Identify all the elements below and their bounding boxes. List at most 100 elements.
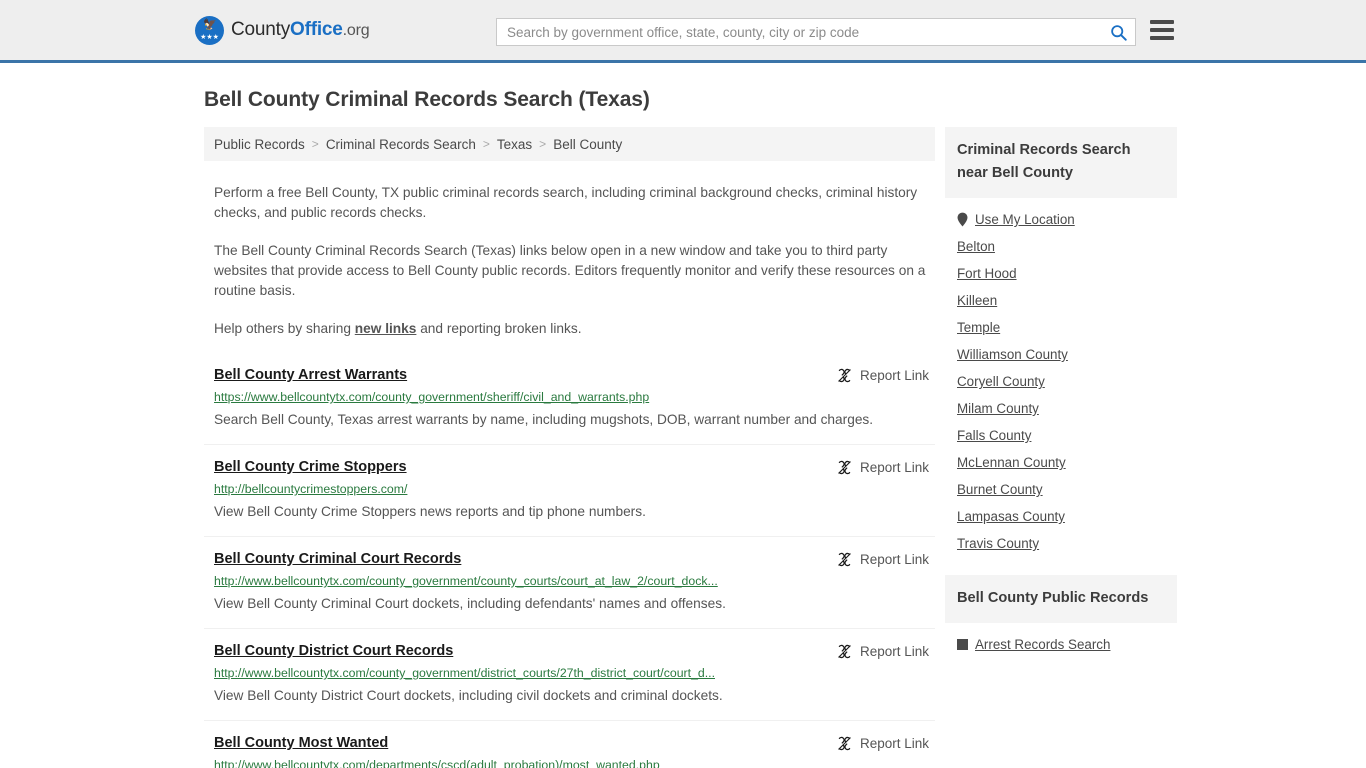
breadcrumb-item-texas[interactable]: Texas — [497, 137, 532, 152]
broken-link-icon — [838, 460, 851, 475]
breadcrumb: Public Records > Criminal Records Search… — [204, 127, 935, 161]
intro-p3-after: and reporting broken links. — [416, 321, 582, 336]
sidebar-item-milam-county[interactable]: Milam County — [945, 389, 1177, 416]
result-description: View Bell County Crime Stoppers news rep… — [214, 504, 646, 519]
report-link-button[interactable]: Report Link — [837, 367, 929, 383]
intro-p3-before: Help others by sharing — [214, 321, 355, 336]
new-links-link[interactable]: new links — [355, 321, 417, 336]
broken-link-icon — [838, 644, 851, 659]
report-link-button[interactable]: Report Link — [837, 643, 929, 659]
hamburger-menu-icon[interactable] — [1150, 20, 1174, 40]
result-title-link[interactable]: Bell County Crime Stoppers — [214, 459, 407, 475]
result-description: View Bell County District Court dockets,… — [214, 688, 723, 703]
sidebar-item-killeen[interactable]: Killeen — [945, 281, 1177, 308]
square-bullet-icon — [957, 639, 968, 650]
result-url[interactable]: http://www.bellcountytx.com/county_gover… — [214, 666, 854, 680]
broken-link-icon — [838, 368, 851, 383]
sidebar-item-fort-hood[interactable]: Fort Hood — [945, 254, 1177, 281]
search-input[interactable] — [497, 19, 1101, 45]
report-link-label: Report Link — [859, 460, 929, 475]
sidebar-item-lampasas-county[interactable]: Lampasas County — [945, 497, 1177, 524]
list-item: Milam County — [945, 389, 1177, 416]
report-link-label: Report Link — [859, 736, 929, 751]
sidebar-public-records-heading: Bell County Public Records — [945, 575, 1177, 623]
search-bar — [496, 18, 1136, 46]
sidebar-item-coryell-county[interactable]: Coryell County — [945, 362, 1177, 389]
sidebar-nearby-heading: Criminal Records Search near Bell County — [945, 127, 1177, 198]
sidebar-item-label: Killeen — [957, 293, 998, 308]
result-item: Bell County Crime Stoppers Report Link h… — [204, 444, 935, 536]
report-link-label: Report Link — [859, 368, 929, 383]
list-item: Killeen — [945, 281, 1177, 308]
list-item: Lampasas County — [945, 497, 1177, 524]
sidebar-item-belton[interactable]: Belton — [945, 227, 1177, 254]
sidebar-item-label: Use My Location — [975, 212, 1075, 227]
list-item: Arrest Records Search — [945, 623, 1177, 652]
breadcrumb-item-public-records[interactable]: Public Records — [214, 137, 305, 152]
result-header: Bell County District Court Records Repor… — [214, 643, 929, 659]
sidebar-public-records-box: Bell County Public Records Arrest Record… — [945, 575, 1177, 652]
result-header: Bell County Most Wanted Report Link — [214, 735, 929, 751]
sidebar-nearby-list: Use My Location Belton Fort Hood Killeen… — [945, 198, 1177, 551]
result-description: View Bell County Criminal Court dockets,… — [214, 596, 726, 611]
sidebar-item-label: Lampasas County — [957, 509, 1065, 524]
site-header: 🦅 ★★★ CountyOffice.org — [0, 0, 1366, 63]
list-item: Burnet County — [945, 470, 1177, 497]
sidebar-item-travis-county[interactable]: Travis County — [945, 524, 1177, 551]
sidebar-item-label: Arrest Records Search — [975, 637, 1111, 652]
content-columns: Public Records > Criminal Records Search… — [0, 112, 1366, 768]
result-url[interactable]: http://bellcountycrimestoppers.com/ — [214, 482, 854, 496]
county-office-logo-icon: 🦅 ★★★ — [195, 15, 224, 45]
result-item: Bell County Arrest Warrants Report Link — [204, 361, 935, 444]
sidebar-item-falls-county[interactable]: Falls County — [945, 416, 1177, 443]
list-item: Fort Hood — [945, 254, 1177, 281]
list-item: Temple — [945, 308, 1177, 335]
sidebar-item-arrest-records-search[interactable]: Arrest Records Search — [945, 623, 1177, 652]
intro-paragraph-2: The Bell County Criminal Records Search … — [214, 243, 926, 298]
report-link-button[interactable]: Report Link — [837, 459, 929, 475]
breadcrumb-separator: > — [482, 137, 490, 151]
sidebar-item-label: Williamson County — [957, 347, 1068, 362]
site-logo[interactable]: 🦅 ★★★ CountyOffice.org — [195, 15, 370, 45]
result-title-link[interactable]: Bell County Criminal Court Records — [214, 551, 461, 567]
sidebar-item-label: Belton — [957, 239, 995, 254]
intro-paragraph-1: Perform a free Bell County, TX public cr… — [214, 185, 918, 220]
report-link-button[interactable]: Report Link — [837, 735, 929, 751]
result-title-link[interactable]: Bell County Most Wanted — [214, 735, 388, 751]
result-url[interactable]: http://www.bellcountytx.com/county_gover… — [214, 574, 854, 588]
sidebar-item-use-my-location[interactable]: Use My Location — [945, 198, 1177, 227]
breadcrumb-separator: > — [311, 137, 319, 151]
result-description: Search Bell County, Texas arrest warrant… — [214, 412, 874, 427]
result-item: Bell County Criminal Court Records Repor… — [204, 536, 935, 628]
result-url[interactable]: https://www.bellcountytx.com/county_gove… — [214, 390, 854, 404]
breadcrumb-item-bell-county: Bell County — [553, 136, 623, 152]
sidebar-item-label: Burnet County — [957, 482, 1043, 497]
sidebar-item-burnet-county[interactable]: Burnet County — [945, 470, 1177, 497]
list-item: Williamson County — [945, 335, 1177, 362]
result-item: Bell County Most Wanted Report Link http… — [204, 720, 935, 768]
result-title-link[interactable]: Bell County District Court Records — [214, 643, 453, 659]
list-item: Falls County — [945, 416, 1177, 443]
results-list: Bell County Arrest Warrants Report Link — [204, 361, 935, 768]
list-item: Use My Location — [945, 198, 1177, 227]
map-pin-icon — [957, 212, 968, 227]
report-link-label: Report Link — [859, 552, 929, 567]
page-body: Bell County Criminal Records Search (Tex… — [0, 63, 1366, 768]
result-url[interactable]: http://www.bellcountytx.com/departments/… — [214, 758, 854, 768]
breadcrumb-item-criminal-records-search[interactable]: Criminal Records Search — [326, 137, 476, 152]
sidebar: Criminal Records Search near Bell County… — [945, 127, 1177, 768]
report-link-label: Report Link — [859, 644, 929, 659]
sidebar-item-williamson-county[interactable]: Williamson County — [945, 335, 1177, 362]
logo-text-office: Office — [290, 19, 343, 40]
search-icon — [1110, 24, 1127, 41]
sidebar-item-label: McLennan County — [957, 455, 1066, 470]
list-item: Belton — [945, 227, 1177, 254]
sidebar-item-label: Travis County — [957, 536, 1040, 551]
logo-wordmark: CountyOffice.org — [231, 19, 370, 41]
result-header: Bell County Criminal Court Records Repor… — [214, 551, 929, 567]
search-button[interactable] — [1101, 19, 1135, 45]
sidebar-item-mclennan-county[interactable]: McLennan County — [945, 443, 1177, 470]
result-title-link[interactable]: Bell County Arrest Warrants — [214, 367, 407, 383]
sidebar-item-temple[interactable]: Temple — [945, 308, 1177, 335]
report-link-button[interactable]: Report Link — [837, 551, 929, 567]
